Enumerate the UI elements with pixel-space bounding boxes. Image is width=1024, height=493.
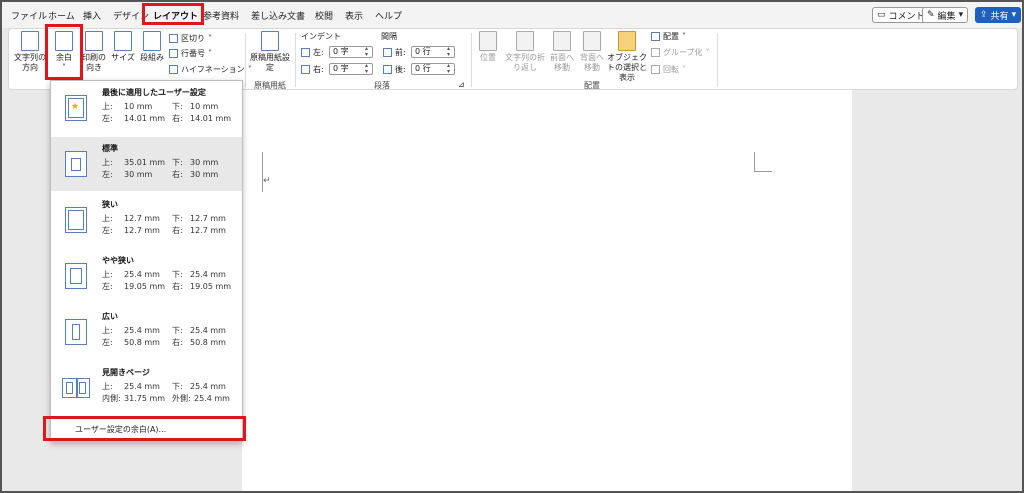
space-before-input[interactable]: 0 行 [411, 46, 455, 58]
comment-button[interactable]: ▭ コメント [872, 7, 930, 23]
send-backward-button[interactable]: 背面へ移動 [577, 31, 607, 73]
divider [471, 33, 472, 87]
custom-margins-highlight [43, 416, 246, 441]
margin-preset-icon [65, 319, 87, 345]
chevron-down-icon: ▾ [1011, 10, 1017, 20]
send-backward-icon [583, 31, 601, 51]
indent-label: インデント [301, 32, 341, 41]
margin-corner-left [262, 152, 263, 192]
margin-option-moderate[interactable]: やや狭い 上: 25.4 mm 下: 25.4 mm 左: 19.05 mm 右: 19.0… [51, 249, 242, 303]
size-icon [114, 31, 132, 51]
divider [245, 33, 246, 87]
ribbon-tabs: ファイル ホーム 挿入 デザイン レイアウト 参考資料 差し込み文書 校閲 表示… [2, 2, 1022, 28]
group-icon [651, 48, 660, 57]
word-window: ファイル ホーム 挿入 デザイン レイアウト 参考資料 差し込み文書 校閲 表示… [0, 0, 1024, 493]
margin-option-last-custom[interactable]: ★ 最後に適用したユーザー設定 上: 10 mm 下: 10 mm 左: 14.01 m… [51, 81, 242, 135]
selection-pane-button[interactable]: オブジェクトの選択と表示 [607, 31, 647, 83]
share-icon: ⇪ [980, 10, 988, 20]
indent-right-label: 右: [301, 64, 324, 75]
position-button[interactable]: 位置 [475, 31, 501, 63]
star-icon: ★ [71, 102, 80, 112]
wrap-text-icon [516, 31, 534, 51]
text-direction-button[interactable]: 文字列の方向 [13, 31, 47, 73]
space-after-input[interactable]: 0 行 [411, 63, 455, 75]
divider [295, 33, 296, 87]
selection-pane-icon [618, 31, 636, 51]
paragraph-dialog-launcher-icon[interactable]: ⊿ [458, 80, 465, 89]
tab-help[interactable]: ヘルプ [375, 9, 402, 22]
wrap-text-button[interactable]: 文字列の折り返し [505, 31, 545, 73]
margin-preset-icon: ★ [65, 95, 87, 121]
columns-button[interactable]: 段組み [138, 31, 166, 63]
spacing-label: 間隔 [381, 32, 397, 41]
margin-option-mirrored[interactable]: 見開きページ 上: 25.4 mm 下: 25.4 mm 内側: 31.75 mm 外側:… [51, 361, 242, 415]
comment-icon: ▭ [877, 10, 886, 20]
edit-button[interactable]: ✎ 編集 ▾ [922, 7, 969, 23]
margins-button-highlight [45, 24, 83, 80]
margin-option-wide[interactable]: 広い 上: 25.4 mm 下: 25.4 mm 左: 50.8 mm 右: 50.8 mm [51, 305, 242, 359]
hyphenation-icon [169, 65, 178, 74]
paragraph-mark-icon: ↵ [263, 176, 271, 186]
rotate-icon [651, 65, 660, 74]
margin-option-normal[interactable]: 標準 上: 35.01 mm 下: 30 mm 左: 30 mm 右: 30 mm [51, 137, 242, 191]
document-page[interactable] [242, 90, 852, 491]
tab-review[interactable]: 校閲 [315, 9, 333, 22]
orientation-icon [85, 31, 103, 51]
tab-mailings[interactable]: 差し込み文書 [251, 9, 305, 22]
mirrored-pages-icon [62, 378, 90, 398]
space-after-label: 後: [383, 64, 406, 75]
orientation-button[interactable]: 印刷の向き [81, 31, 107, 73]
margin-option-narrow[interactable]: 狭い 上: 12.7 mm 下: 12.7 mm 左: 12.7 mm 右: 12.7 mm [51, 193, 242, 247]
chevron-down-icon: ▾ [958, 10, 964, 20]
columns-icon [143, 31, 161, 51]
text-direction-icon [21, 31, 39, 51]
space-before-icon [383, 48, 392, 57]
indent-left-icon [301, 48, 310, 57]
margin-corner-right [754, 152, 772, 172]
margin-preset-icon [65, 151, 87, 177]
position-icon [479, 31, 497, 51]
line-numbers-icon [169, 49, 178, 58]
line-numbers-button[interactable]: 行番号 ˅ [169, 48, 212, 59]
hyphenation-button[interactable]: ハイフネーション ˅ [169, 64, 252, 75]
indent-left-label: 左: [301, 47, 324, 58]
tab-references[interactable]: 参考資料 [203, 9, 239, 22]
group-button[interactable]: グループ化 ˅ [651, 47, 710, 58]
tab-home[interactable]: ホーム [48, 9, 75, 22]
indent-left-input[interactable]: 0 字 [329, 46, 373, 58]
space-before-label: 前: [383, 47, 406, 58]
breaks-icon [169, 34, 178, 43]
space-after-icon [383, 65, 392, 74]
indent-right-input[interactable]: 0 字 [329, 63, 373, 75]
indent-right-icon [301, 65, 310, 74]
divider [717, 33, 718, 87]
pencil-icon: ✎ [927, 10, 935, 20]
layout-tab-highlight [142, 3, 204, 25]
breaks-button[interactable]: 区切り ˅ [169, 33, 212, 44]
margin-preset-icon [65, 263, 87, 289]
tab-file[interactable]: ファイル [11, 9, 47, 22]
tab-view[interactable]: 表示 [345, 9, 363, 22]
genkou-settings-button[interactable]: 原稿用紙設定 [249, 31, 291, 73]
rotate-button[interactable]: 回転 ˅ [651, 64, 686, 75]
margin-preset-icon [65, 207, 87, 233]
bring-forward-icon [553, 31, 571, 51]
share-button[interactable]: ⇪ 共有 ▾ [975, 7, 1022, 23]
align-button[interactable]: 配置 ˅ [651, 31, 686, 42]
bring-forward-button[interactable]: 前面へ移動 [547, 31, 577, 73]
margins-dropdown: ★ 最後に適用したユーザー設定 上: 10 mm 下: 10 mm 左: 14.01 m… [50, 80, 243, 442]
align-icon [651, 32, 660, 41]
tab-insert[interactable]: 挿入 [83, 9, 101, 22]
size-button[interactable]: サイズ [110, 31, 136, 63]
manuscript-paper-icon [261, 31, 279, 51]
